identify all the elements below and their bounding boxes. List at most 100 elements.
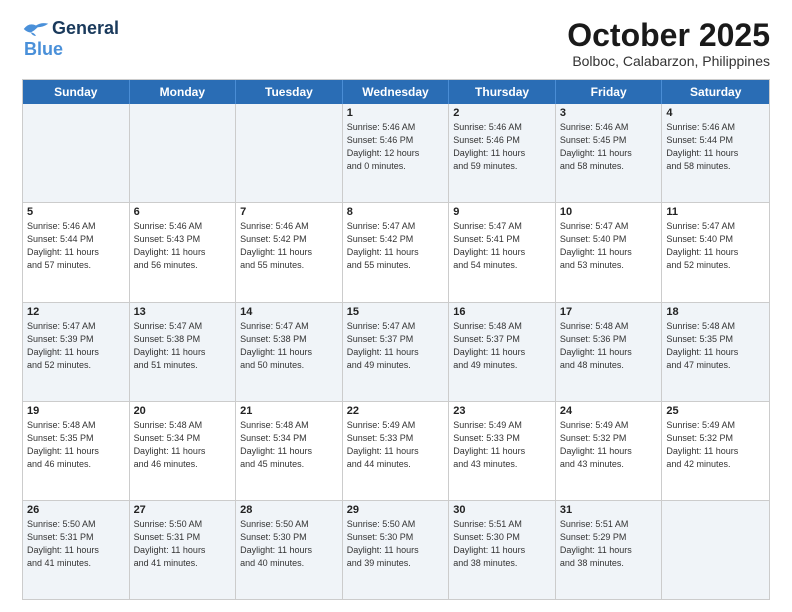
day-number: 7 [240, 206, 338, 218]
day-number: 5 [27, 206, 125, 218]
cell-info: Sunrise: 5:48 AM Sunset: 5:35 PM Dayligh… [27, 419, 125, 471]
calendar-cell: 17Sunrise: 5:48 AM Sunset: 5:36 PM Dayli… [556, 303, 663, 401]
calendar-cell: 18 Sunrise: 5:48 AM Sunset: 5:35 PM Dayli… [662, 303, 769, 401]
cell-info: Sunrise: 5:46 AM Sunset: 5:44 PM Dayligh… [666, 121, 765, 173]
day-number: 14 [240, 306, 338, 318]
cell-info: Sunrise: 5:50 AM Sunset: 5:31 PM Dayligh… [134, 518, 232, 570]
day-number: 22 [347, 405, 445, 417]
day-number: 3 [560, 107, 658, 119]
calendar-cell: 29 Sunrise: 5:50 AM Sunset: 5:30 PM Dayli… [343, 501, 450, 599]
header-tuesday: Tuesday [236, 80, 343, 104]
calendar-cell: 25 Sunrise: 5:49 AM Sunset: 5:32 PM Dayli… [662, 402, 769, 500]
cell-info: Sunrise: 5:47 AM Sunset: 5:39 PM Dayligh… [27, 320, 125, 372]
day-number: 24 [560, 405, 658, 417]
month-title: October 2025 [567, 18, 770, 53]
calendar-cell: 20Sunrise: 5:48 AM Sunset: 5:34 PM Dayli… [130, 402, 237, 500]
calendar-cell: 14 Sunrise: 5:47 AM Sunset: 5:38 PM Dayli… [236, 303, 343, 401]
header: General Blue October 2025 Bolboc, Calaba… [22, 18, 770, 69]
day-number: 6 [134, 206, 232, 218]
day-number: 2 [453, 107, 551, 119]
cell-info: Sunrise: 5:48 AM Sunset: 5:35 PM Dayligh… [666, 320, 765, 372]
calendar-cell: 12 Sunrise: 5:47 AM Sunset: 5:39 PM Dayli… [23, 303, 130, 401]
calendar-cell: 27 Sunrise: 5:50 AM Sunset: 5:31 PM Dayli… [130, 501, 237, 599]
day-number: 8 [347, 206, 445, 218]
logo-blue: Blue [22, 39, 63, 60]
day-number: 11 [666, 206, 765, 218]
day-number: 31 [560, 504, 658, 516]
cell-info: Sunrise: 5:46 AM Sunset: 5:44 PM Dayligh… [27, 220, 125, 272]
calendar-cell: 10Sunrise: 5:47 AM Sunset: 5:40 PM Dayli… [556, 203, 663, 301]
logo-general: General [52, 18, 119, 39]
cell-info: Sunrise: 5:47 AM Sunset: 5:40 PM Dayligh… [560, 220, 658, 272]
header-friday: Friday [556, 80, 663, 104]
cell-info: Sunrise: 5:49 AM Sunset: 5:32 PM Dayligh… [666, 419, 765, 471]
calendar-row: 5 Sunrise: 5:46 AM Sunset: 5:44 PM Daylig… [23, 202, 769, 301]
calendar-cell: 21 Sunrise: 5:48 AM Sunset: 5:34 PM Dayli… [236, 402, 343, 500]
calendar-cell: 16Sunrise: 5:48 AM Sunset: 5:37 PM Dayli… [449, 303, 556, 401]
cell-info: Sunrise: 5:49 AM Sunset: 5:33 PM Dayligh… [453, 419, 551, 471]
calendar-cell: 9 Sunrise: 5:47 AM Sunset: 5:41 PM Daylig… [449, 203, 556, 301]
cell-info: Sunrise: 5:46 AM Sunset: 5:45 PM Dayligh… [560, 121, 658, 173]
header-saturday: Saturday [662, 80, 769, 104]
cell-info: Sunrise: 5:46 AM Sunset: 5:43 PM Dayligh… [134, 220, 232, 272]
cell-info: Sunrise: 5:48 AM Sunset: 5:34 PM Dayligh… [240, 419, 338, 471]
day-number: 29 [347, 504, 445, 516]
calendar-cell: 28 Sunrise: 5:50 AM Sunset: 5:30 PM Dayli… [236, 501, 343, 599]
cell-info: Sunrise: 5:49 AM Sunset: 5:33 PM Dayligh… [347, 419, 445, 471]
day-number: 15 [347, 306, 445, 318]
title-section: October 2025 Bolboc, Calabarzon, Philipp… [567, 18, 770, 69]
cell-info: Sunrise: 5:48 AM Sunset: 5:37 PM Dayligh… [453, 320, 551, 372]
day-number: 17 [560, 306, 658, 318]
calendar-cell: 15 Sunrise: 5:47 AM Sunset: 5:37 PM Dayli… [343, 303, 450, 401]
day-number: 21 [240, 405, 338, 417]
calendar-cell: 7Sunrise: 5:46 AM Sunset: 5:42 PM Daylig… [236, 203, 343, 301]
calendar-cell: 5 Sunrise: 5:46 AM Sunset: 5:44 PM Daylig… [23, 203, 130, 301]
cell-info: Sunrise: 5:47 AM Sunset: 5:37 PM Dayligh… [347, 320, 445, 372]
calendar-cell [662, 501, 769, 599]
calendar-cell: 2 Sunrise: 5:46 AM Sunset: 5:46 PM Daylig… [449, 104, 556, 202]
cell-info: Sunrise: 5:46 AM Sunset: 5:46 PM Dayligh… [347, 121, 445, 173]
day-number: 1 [347, 107, 445, 119]
day-number: 13 [134, 306, 232, 318]
cell-info: Sunrise: 5:47 AM Sunset: 5:38 PM Dayligh… [240, 320, 338, 372]
calendar-cell: 6 Sunrise: 5:46 AM Sunset: 5:43 PM Daylig… [130, 203, 237, 301]
calendar-row: 1 Sunrise: 5:46 AM Sunset: 5:46 PM Daylig… [23, 104, 769, 202]
day-number: 12 [27, 306, 125, 318]
day-number: 30 [453, 504, 551, 516]
cell-info: Sunrise: 5:47 AM Sunset: 5:41 PM Dayligh… [453, 220, 551, 272]
day-number: 23 [453, 405, 551, 417]
calendar-body: 1 Sunrise: 5:46 AM Sunset: 5:46 PM Daylig… [23, 104, 769, 599]
day-number: 26 [27, 504, 125, 516]
logo: General Blue [22, 18, 119, 60]
calendar-cell [236, 104, 343, 202]
calendar-row: 26 Sunrise: 5:50 AM Sunset: 5:31 PM Dayli… [23, 500, 769, 599]
calendar-cell [130, 104, 237, 202]
cell-info: Sunrise: 5:51 AM Sunset: 5:29 PM Dayligh… [560, 518, 658, 570]
calendar-cell: 26Sunrise: 5:50 AM Sunset: 5:31 PM Dayli… [23, 501, 130, 599]
calendar-cell: 1 Sunrise: 5:46 AM Sunset: 5:46 PM Daylig… [343, 104, 450, 202]
cell-info: Sunrise: 5:50 AM Sunset: 5:30 PM Dayligh… [240, 518, 338, 570]
logo-bird-icon [22, 20, 50, 38]
calendar: Sunday Monday Tuesday Wednesday Thursday… [22, 79, 770, 600]
day-number: 27 [134, 504, 232, 516]
calendar-cell: 30 Sunrise: 5:51 AM Sunset: 5:30 PM Dayli… [449, 501, 556, 599]
cell-info: Sunrise: 5:47 AM Sunset: 5:40 PM Dayligh… [666, 220, 765, 272]
day-number: 19 [27, 405, 125, 417]
day-number: 25 [666, 405, 765, 417]
cell-info: Sunrise: 5:50 AM Sunset: 5:30 PM Dayligh… [347, 518, 445, 570]
cell-info: Sunrise: 5:46 AM Sunset: 5:46 PM Dayligh… [453, 121, 551, 173]
day-number: 9 [453, 206, 551, 218]
cell-info: Sunrise: 5:49 AM Sunset: 5:32 PM Dayligh… [560, 419, 658, 471]
calendar-cell: 24 Sunrise: 5:49 AM Sunset: 5:32 PM Dayli… [556, 402, 663, 500]
day-number: 20 [134, 405, 232, 417]
calendar-cell: 13Sunrise: 5:47 AM Sunset: 5:38 PM Dayli… [130, 303, 237, 401]
calendar-cell: 19 Sunrise: 5:48 AM Sunset: 5:35 PM Dayli… [23, 402, 130, 500]
day-number: 28 [240, 504, 338, 516]
cell-info: Sunrise: 5:51 AM Sunset: 5:30 PM Dayligh… [453, 518, 551, 570]
day-number: 18 [666, 306, 765, 318]
calendar-cell: 11 Sunrise: 5:47 AM Sunset: 5:40 PM Dayli… [662, 203, 769, 301]
header-wednesday: Wednesday [343, 80, 450, 104]
calendar-cell: 31 Sunrise: 5:51 AM Sunset: 5:29 PM Dayli… [556, 501, 663, 599]
calendar-row: 12 Sunrise: 5:47 AM Sunset: 5:39 PM Dayli… [23, 302, 769, 401]
page: General Blue October 2025 Bolboc, Calaba… [0, 0, 792, 612]
